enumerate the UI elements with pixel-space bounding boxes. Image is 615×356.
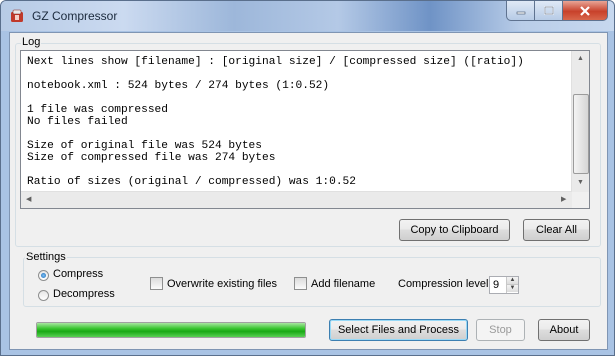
maximize-button[interactable] bbox=[535, 1, 563, 21]
scroll-left-icon[interactable]: ◀ bbox=[26, 195, 31, 203]
app-window: GZ Compressor Log Next lines show [filen… bbox=[0, 0, 615, 356]
scroll-corner bbox=[572, 192, 589, 208]
add-filename-label[interactable]: Add filename bbox=[311, 278, 375, 290]
clear-all-button[interactable]: Clear All bbox=[523, 219, 590, 241]
compression-level-label: Compression level bbox=[398, 278, 489, 290]
compress-label[interactable]: Compress bbox=[53, 268, 103, 280]
copy-to-clipboard-button[interactable]: Copy to Clipboard bbox=[399, 219, 510, 241]
scroll-right-icon[interactable]: ▶ bbox=[561, 195, 566, 203]
minimize-icon bbox=[516, 11, 525, 14]
spin-up-icon[interactable]: ▲ bbox=[507, 277, 518, 285]
log-vertical-scrollbar[interactable]: ▲ ▼ bbox=[571, 51, 589, 192]
compression-level-value[interactable]: 9 bbox=[493, 279, 499, 291]
title-bar[interactable]: GZ Compressor bbox=[1, 1, 614, 31]
gz-app-icon bbox=[11, 9, 23, 22]
log-horizontal-scrollbar[interactable]: ◀ ▶ bbox=[21, 191, 572, 208]
window-title: GZ Compressor bbox=[32, 9, 118, 23]
minimize-button[interactable] bbox=[506, 1, 535, 21]
progress-bar bbox=[36, 322, 306, 338]
about-button[interactable]: About bbox=[538, 319, 590, 341]
compress-radio[interactable] bbox=[38, 270, 49, 281]
close-icon bbox=[580, 5, 590, 16]
overwrite-label[interactable]: Overwrite existing files bbox=[167, 278, 277, 290]
stop-button[interactable]: Stop bbox=[476, 319, 525, 341]
scroll-down-icon[interactable]: ▼ bbox=[577, 179, 584, 186]
decompress-label[interactable]: Decompress bbox=[53, 288, 115, 300]
settings-group-label: Settings bbox=[25, 251, 67, 263]
log-group-label: Log bbox=[21, 36, 42, 48]
add-filename-checkbox[interactable] bbox=[294, 277, 307, 290]
close-button[interactable] bbox=[563, 1, 608, 21]
overwrite-checkbox[interactable] bbox=[150, 277, 163, 290]
spin-down-icon[interactable]: ▼ bbox=[507, 285, 518, 292]
decompress-radio[interactable] bbox=[38, 290, 49, 301]
select-files-and-process-button[interactable]: Select Files and Process bbox=[329, 319, 468, 341]
scroll-up-icon[interactable]: ▲ bbox=[577, 55, 584, 62]
log-text[interactable]: Next lines show [filename] : [original s… bbox=[27, 56, 524, 188]
progress-fill bbox=[37, 323, 305, 337]
caption-buttons bbox=[506, 1, 608, 21]
stepper-buttons[interactable]: ▲ ▼ bbox=[506, 277, 518, 293]
maximize-icon bbox=[543, 6, 554, 15]
log-textbox[interactable]: Next lines show [filename] : [original s… bbox=[20, 50, 590, 209]
compression-level-stepper[interactable]: 9 ▲ ▼ bbox=[489, 276, 519, 294]
log-scroll-thumb[interactable] bbox=[573, 94, 589, 174]
